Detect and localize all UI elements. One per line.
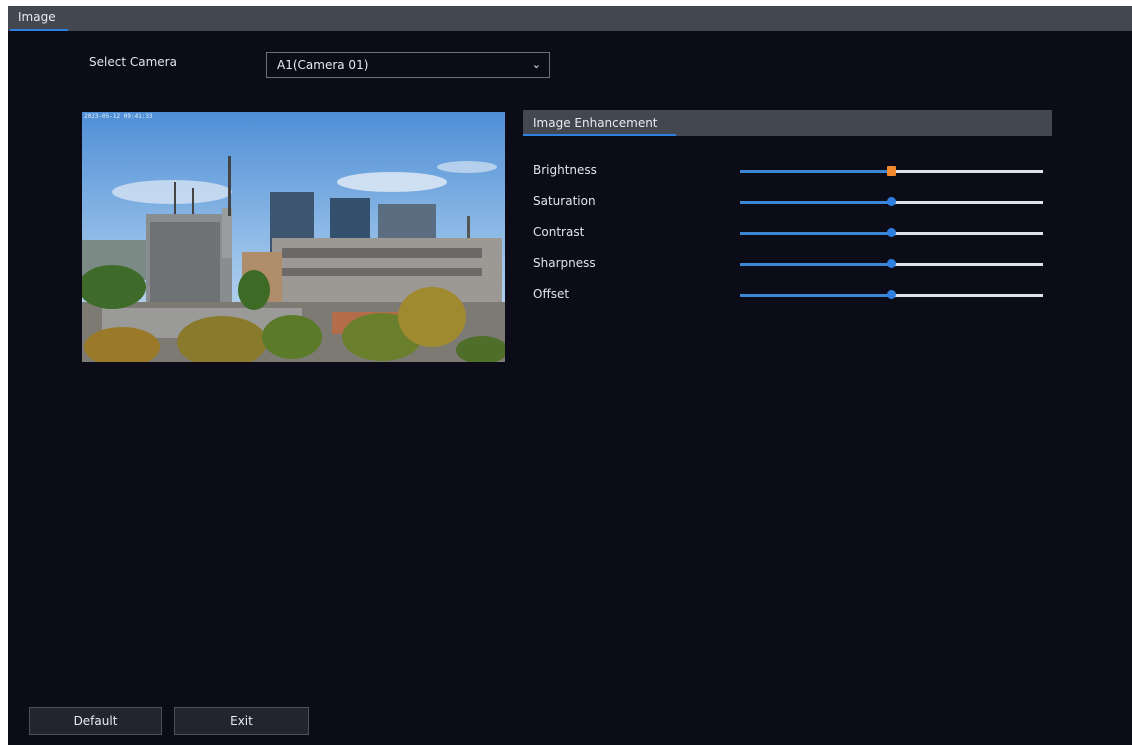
camera-preview: 2023-05-12 09:41:33	[82, 112, 505, 362]
brightness-slider-fill	[740, 170, 892, 173]
camera-select[interactable]: A1(Camera 01) ⌄	[266, 52, 550, 78]
saturation-label: Saturation	[533, 194, 596, 208]
offset-slider-fill	[740, 294, 892, 297]
camera-preview-image	[82, 112, 505, 362]
slider-row-sharpness: Sharpness	[533, 254, 1048, 274]
image-settings-screen: Image Select Camera A1(Camera 01) ⌄ 2023…	[8, 6, 1132, 745]
sharpness-label: Sharpness	[533, 256, 596, 270]
sharpness-slider[interactable]	[740, 259, 1043, 268]
contrast-slider[interactable]	[740, 228, 1043, 237]
saturation-slider-fill	[740, 201, 892, 204]
exit-button[interactable]: Exit	[174, 707, 309, 735]
contrast-slider-fill	[740, 232, 892, 235]
saturation-slider[interactable]	[740, 197, 1043, 206]
top-tab-bar: Image	[8, 6, 1132, 31]
sharpness-slider-fill	[740, 263, 892, 266]
camera-select-value: A1(Camera 01)	[277, 58, 369, 72]
slider-row-brightness: Brightness	[533, 161, 1048, 181]
default-button[interactable]: Default	[29, 707, 162, 735]
slider-row-contrast: Contrast	[533, 223, 1048, 243]
brightness-slider-handle[interactable]	[886, 166, 896, 176]
saturation-slider-handle[interactable]	[886, 197, 896, 206]
brightness-slider[interactable]	[740, 166, 1043, 176]
contrast-label: Contrast	[533, 225, 585, 239]
offset-slider-handle[interactable]	[886, 290, 896, 299]
brightness-label: Brightness	[533, 163, 597, 177]
tab-image[interactable]: Image	[8, 6, 68, 31]
select-camera-label: Select Camera	[89, 55, 177, 69]
image-enhancement-title: Image Enhancement	[523, 110, 676, 136]
preview-osd-timestamp: 2023-05-12 09:41:33	[84, 113, 153, 120]
slider-row-offset: Offset	[533, 285, 1048, 305]
offset-slider[interactable]	[740, 290, 1043, 299]
sharpness-slider-handle[interactable]	[886, 259, 896, 268]
offset-label: Offset	[533, 287, 570, 301]
chevron-down-icon: ⌄	[531, 58, 541, 71]
slider-row-saturation: Saturation	[533, 192, 1048, 212]
image-enhancement-header: Image Enhancement	[523, 110, 1052, 136]
contrast-slider-handle[interactable]	[886, 228, 896, 237]
